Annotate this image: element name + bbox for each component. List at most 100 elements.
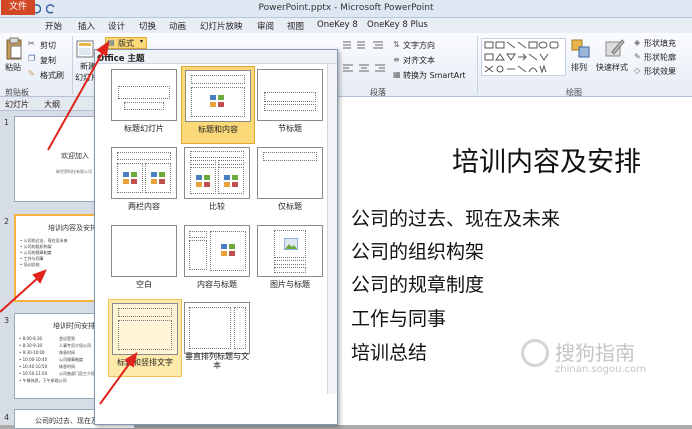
shape-outline-button[interactable]: 形状轮廓 (644, 52, 676, 63)
slide-number: 2 (4, 217, 10, 226)
arrange-icon[interactable] (570, 38, 592, 60)
tab-review[interactable]: 审阅 (257, 20, 274, 32)
format-painter-button[interactable]: 格式刷 (40, 70, 64, 81)
paste-icon[interactable] (5, 37, 23, 61)
shape-effects-icon[interactable]: ◇ (634, 66, 640, 75)
tab-insert[interactable]: 插入 (78, 20, 95, 32)
cut-button[interactable]: 剪切 (40, 40, 56, 51)
tab-animations[interactable]: 动画 (169, 20, 186, 32)
slide-bullet[interactable]: 公司的组织构架 (351, 237, 484, 264)
content-placeholder-icon (221, 244, 235, 256)
layout-label: 空白 (136, 280, 152, 289)
layout-preview (257, 69, 323, 121)
dropdown-scrollbar[interactable] (327, 64, 337, 394)
thumb-row: • 9:30-10:00 (19, 350, 45, 355)
slide-bullet[interactable]: 公司的规章制度 (351, 270, 484, 297)
quick-styles-icon[interactable] (604, 38, 628, 60)
arrange-button[interactable]: 排列 (571, 62, 587, 73)
shape-fill-button[interactable]: 形状填充 (644, 38, 676, 49)
layout-preview (184, 225, 250, 277)
thumb-row: 公司各部门员工介绍 (59, 371, 95, 376)
layout-label: 仅标题 (278, 202, 302, 211)
layout-title-and-content[interactable]: 标题和内容 (181, 66, 255, 144)
new-slide-icon[interactable] (76, 38, 94, 60)
layout-label: 标题和竖排文字 (117, 358, 173, 367)
redo-icon[interactable] (46, 3, 57, 14)
layout-preview (185, 70, 251, 122)
layout-section-header[interactable]: 节标题 (254, 66, 328, 144)
thumb-subtitle: 新世界科技有限公司 (56, 169, 92, 174)
layout-label: 两栏内容 (128, 202, 160, 211)
layout-label: 垂直排列标题与文本 (185, 352, 249, 370)
convert-smartart-button[interactable]: 转换为 SmartArt (403, 70, 466, 81)
layout-preview (257, 225, 323, 277)
watermark-text: 搜狗指南 (555, 341, 635, 365)
layout-preview (111, 147, 177, 199)
shape-fill-icon[interactable]: ◈ (634, 38, 640, 47)
slide-bullet[interactable]: 培训总结 (351, 338, 427, 365)
layout-comparison[interactable]: 比较 (181, 144, 255, 222)
format-painter-icon[interactable]: ✎ (28, 69, 35, 78)
bullet-list-controls[interactable] (341, 40, 389, 49)
thumb-line: • 培训总结 (20, 262, 40, 267)
layout-preview (184, 147, 250, 199)
picture-placeholder-icon (284, 238, 298, 250)
align-text-button[interactable]: 对齐文本 (403, 55, 435, 66)
align-text-icon[interactable]: ≡ (393, 55, 400, 64)
layout-two-content[interactable]: 两栏内容 (108, 144, 182, 222)
thumb-title: 欢迎加入 (61, 152, 89, 160)
group-separator (72, 36, 73, 94)
layout-label: 标题和内容 (198, 125, 238, 134)
text-direction-button[interactable]: 文字方向 (403, 40, 435, 51)
shapes-gallery[interactable] (481, 38, 566, 76)
slide-bullet[interactable]: 工作与同事 (351, 304, 446, 331)
layout-blank[interactable]: 空白 (108, 222, 182, 300)
layout-title-and-vertical-text[interactable]: 标题和竖排文字 (108, 299, 182, 377)
tab-onekey8plus[interactable]: OneKey 8 Plus (367, 20, 428, 30)
shape-outline-icon[interactable]: ✎ (634, 52, 641, 61)
thumb-row: • 10:40-10:50 (19, 364, 48, 369)
slide-bullet[interactable]: 公司的过去、现在及未来 (351, 204, 560, 231)
quick-styles-button[interactable]: 快速样式 (596, 62, 628, 73)
thumb-row: • 10:00-10:40 (19, 357, 48, 362)
tab-slideshow[interactable]: 幻灯片放映 (200, 20, 243, 32)
tab-slides[interactable]: 幻灯片 (5, 99, 29, 110)
tab-transitions[interactable]: 切换 (139, 20, 156, 32)
tab-file[interactable]: 文件 (1, 0, 35, 15)
layout-content-with-caption[interactable]: 内容与标题 (181, 222, 255, 300)
tab-home[interactable]: 开始 (45, 20, 62, 32)
group-separator (477, 36, 478, 94)
slide-number: 3 (4, 316, 10, 325)
tab-design[interactable]: 设计 (108, 20, 125, 32)
layout-title-slide[interactable]: 标题幻灯片 (108, 66, 182, 144)
shape-effects-button[interactable]: 形状效果 (644, 66, 676, 77)
smartart-icon[interactable]: ▦ (393, 70, 401, 79)
tab-outline[interactable]: 大纲 (44, 99, 60, 110)
content-placeholder-icon (151, 172, 165, 184)
copy-icon[interactable]: ❐ (28, 54, 35, 63)
layout-preview (184, 302, 250, 354)
layout-vertical-title-and-text[interactable]: 垂直排列标题与文本 (181, 299, 255, 377)
watermark-url: zhinan.sogou.com (555, 364, 647, 375)
tab-view[interactable]: 视图 (287, 20, 304, 32)
layout-label: 图片与标题 (270, 280, 310, 289)
content-placeholder-icon (196, 175, 210, 187)
thumb-row: 人事专员介绍公司 (59, 343, 91, 348)
paste-button[interactable]: 粘贴 (5, 62, 21, 73)
slide-title[interactable]: 培训内容及安排 (452, 140, 641, 179)
thumb-row: 休息时间 (59, 350, 75, 355)
layout-preview (112, 303, 178, 355)
text-direction-icon[interactable]: ⇅ (393, 40, 400, 49)
thumb-row: 休息时间 (59, 364, 75, 369)
layout-title-only[interactable]: 仅标题 (254, 144, 328, 222)
cut-icon[interactable]: ✂ (28, 39, 35, 48)
thumb-row: • 8:30-9:30 (19, 343, 43, 348)
copy-button[interactable]: 复制 (40, 55, 56, 66)
alignment-controls[interactable] (341, 63, 389, 72)
layout-label: 标题幻灯片 (124, 124, 164, 133)
layout-picture-with-caption[interactable]: 图片与标题 (254, 222, 328, 300)
chevron-down-icon: ▾ (140, 38, 144, 45)
dropdown-title: Office 主题 (97, 54, 145, 64)
tab-onekey8[interactable]: OneKey 8 (317, 20, 358, 30)
layout-preview (257, 147, 323, 199)
